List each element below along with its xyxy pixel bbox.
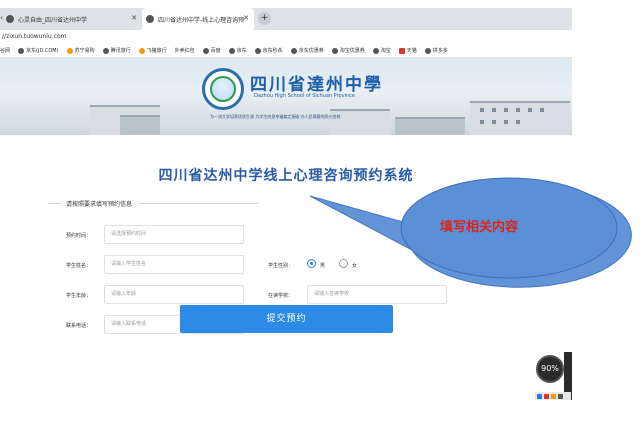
student-name-input[interactable]: 请输入学生姓名	[104, 255, 244, 274]
bookmark-favicon-icon	[290, 47, 297, 54]
bookmark-label: 拼多多	[432, 48, 448, 54]
tab-title: 心灵自由_四川省达州中学	[18, 16, 88, 24]
window-shape	[516, 108, 520, 112]
tab-close-icon[interactable]: ✕	[243, 14, 249, 22]
student-age-label: 学生年龄：	[66, 293, 92, 299]
browser-tab-bar: ‹ 心灵自由_四川省达州中学 ✕ 四川省达州中学-线上心理咨询预 ✕ +	[0, 8, 572, 30]
tab-close-icon[interactable]: ✕	[131, 14, 137, 22]
section-divider	[138, 203, 258, 204]
bookmark-label: 谷网	[0, 48, 11, 54]
bookmark-item[interactable]: 腾讯旅行	[102, 47, 131, 54]
building-shape	[120, 115, 160, 135]
section-label: 请按照要求填写预约信息	[66, 201, 133, 208]
school-motto: 为一流大学培养优质生源 为学生终身幸福奠定基础 办人民满意的四川名校	[210, 114, 341, 119]
student-name-label: 学生姓名：	[66, 263, 92, 269]
bookmark-item[interactable]: 飞猪旅行	[138, 47, 167, 54]
tab-active[interactable]: 四川省达州中学-线上心理咨询预 ✕	[142, 8, 254, 30]
new-tab-button[interactable]: +	[258, 12, 271, 25]
bookmark-label: 天猫	[406, 48, 417, 54]
bookmark-favicon-icon	[202, 47, 209, 54]
section-divider	[48, 203, 62, 204]
bookmark-label: 京东	[236, 48, 247, 54]
address-url: //zixun.tuowuniu.com	[2, 33, 67, 40]
bookmark-item[interactable]: 百度	[202, 47, 221, 54]
bookmark-item[interactable]: 苏宁易购	[66, 47, 95, 54]
student-age-input[interactable]: 请输入年龄	[104, 285, 244, 304]
phone-label: 联系电话：	[66, 323, 92, 329]
address-bar[interactable]: //zixun.tuowuniu.com	[0, 30, 572, 44]
tray-icon[interactable]	[558, 393, 563, 399]
submit-appointment-button[interactable]: 提交预约	[180, 305, 393, 333]
window-shape	[480, 108, 484, 112]
window-shape	[540, 108, 544, 112]
bookmark-label: 淘宝	[380, 48, 391, 54]
building-shape	[395, 117, 465, 135]
callout-text: 填写相关内容	[440, 220, 519, 235]
bookmark-item[interactable]: 淘宝优惠券	[331, 47, 365, 54]
window-shape	[528, 108, 532, 112]
bookmark-item[interactable]: 京东(JD.COM)	[18, 47, 59, 54]
appointment-time-input[interactable]: 请选择预约时间	[104, 225, 244, 244]
page-title: 四川省达州中学线上心理咨询预约系统	[158, 168, 414, 184]
tray-icon[interactable]	[544, 393, 549, 399]
bookmark-label: 淘宝优惠券	[339, 48, 365, 54]
bookmark-favicon-icon	[331, 47, 338, 54]
tab-inactive[interactable]: 心灵自由_四川省达州中学 ✕	[2, 8, 142, 30]
building-shape	[330, 109, 390, 135]
window-shape	[516, 120, 520, 124]
bookmark-label: 飞猪旅行	[146, 48, 167, 54]
system-tray	[535, 392, 571, 400]
bookmark-label: 外卖红包	[174, 48, 195, 54]
bookmark-favicon-icon	[398, 47, 405, 54]
school-input[interactable]: 请输入在读学校	[307, 285, 447, 304]
bookmark-favicon-icon	[102, 47, 109, 54]
school-name-en: Dazhou High School of Sichuan Province	[254, 93, 355, 99]
bookmark-favicon-icon	[254, 47, 261, 54]
bookmark-favicon-icon	[18, 47, 25, 54]
school-banner: 四川省達州中學 Dazhou High School of Sichuan Pr…	[0, 58, 572, 135]
gender-female-radio[interactable]	[339, 259, 348, 268]
tray-icon[interactable]	[551, 393, 556, 399]
window-shape	[504, 120, 508, 124]
window-shape	[492, 120, 496, 124]
gender-male-radio[interactable]	[307, 259, 316, 268]
gender-male-label: 男	[320, 263, 326, 269]
school-name-cn: 四川省達州中學	[250, 75, 383, 95]
bookmark-favicon-icon	[66, 47, 73, 54]
tab-favicon-icon	[146, 15, 154, 23]
bookmark-label: 百度	[210, 48, 221, 54]
window-shape	[492, 108, 496, 112]
bookmark-item[interactable]: 拼多多	[424, 47, 448, 54]
bookmark-item[interactable]: 京东优惠券	[290, 47, 324, 54]
speed-widget[interactable]: 90%	[536, 355, 564, 383]
gender-female-label: 女	[352, 263, 358, 269]
bookmark-item[interactable]: 京东秒杀	[254, 47, 283, 54]
bookmark-label: 京东(JD.COM)	[26, 48, 59, 54]
bookmark-favicon-icon	[372, 47, 379, 54]
bookmark-favicon-icon	[138, 47, 145, 54]
bookmark-item[interactable]: 谷网	[0, 47, 10, 54]
screenshot-frame: ‹ 心灵自由_四川省达州中学 ✕ 四川省达州中学-线上心理咨询预 ✕ + //z…	[0, 0, 640, 438]
appointment-time-label: 预约时间：	[66, 233, 92, 239]
bookmark-item[interactable]: 淘宝	[372, 47, 391, 54]
window-shape	[480, 120, 484, 124]
bookmark-label: 腾讯旅行	[110, 48, 131, 54]
bookmark-item[interactable]: 外卖红包	[175, 47, 195, 54]
bookmark-label: 苏宁易购	[74, 48, 95, 54]
bookmark-label: 京东秒杀	[262, 48, 283, 54]
tab-title: 四川省达州中学-线上心理咨询预	[158, 16, 245, 24]
tray-icon[interactable]	[537, 393, 542, 399]
bookmark-item[interactable]: 京东	[228, 47, 247, 54]
student-gender-label: 学生性别：	[268, 263, 294, 269]
bookmark-label: 京东优惠券	[298, 48, 324, 54]
school-emblem-icon	[202, 68, 244, 110]
tab-favicon-icon	[6, 15, 14, 23]
window-shape	[504, 108, 508, 112]
bookmarks-bar: 谷网 京东(JD.COM) 苏宁易购 腾讯旅行 飞猪旅行 外卖红包 百度 京东 …	[0, 44, 572, 58]
school-label: 在读学校：	[268, 293, 294, 299]
building-shape	[470, 101, 570, 135]
bookmark-item[interactable]: 天猫	[398, 47, 417, 54]
bookmark-favicon-icon	[228, 47, 235, 54]
bookmark-favicon-icon	[424, 47, 431, 54]
